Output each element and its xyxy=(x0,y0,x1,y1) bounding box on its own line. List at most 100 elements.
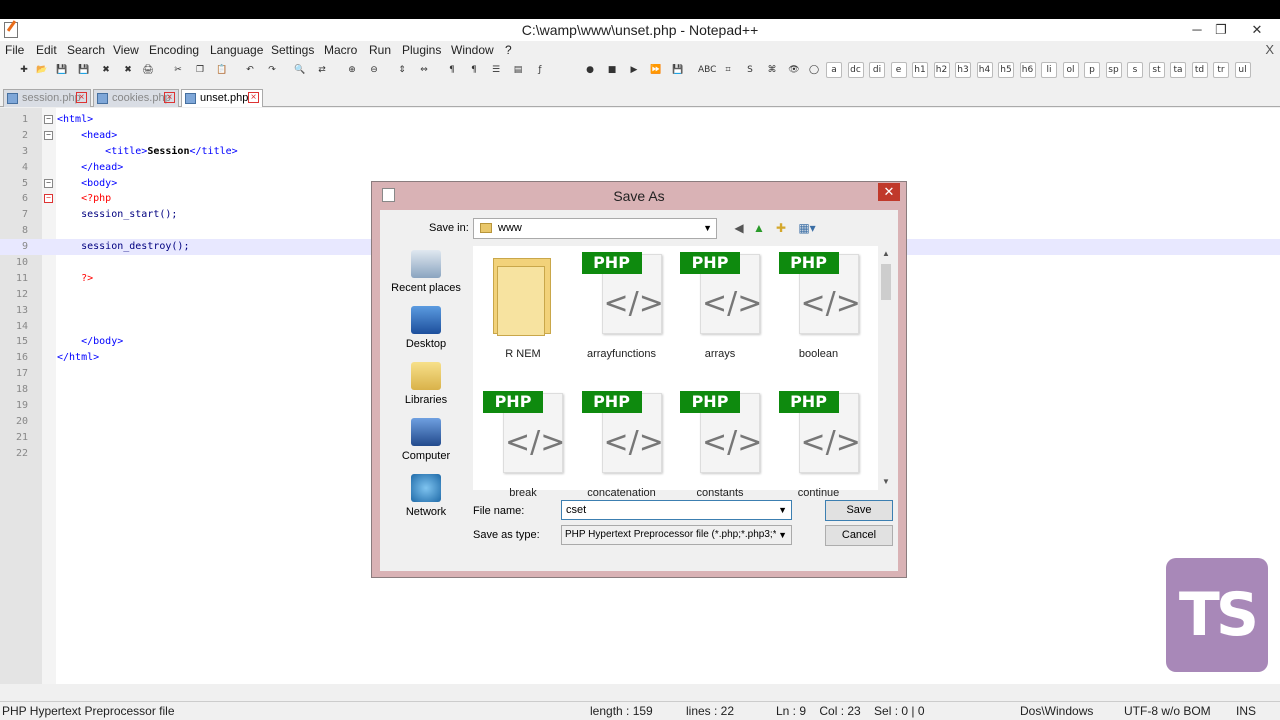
tag-button-tr[interactable]: tr xyxy=(1213,62,1229,78)
close-icon[interactable]: ✖ xyxy=(98,62,114,78)
zoom-out-icon[interactable]: ⊖ xyxy=(366,62,382,78)
menu-language[interactable]: Language xyxy=(210,43,263,57)
tag-button-sp[interactable]: sp xyxy=(1105,62,1122,78)
tag-button-h6[interactable]: h6 xyxy=(1019,62,1036,78)
scroll-thumb[interactable] xyxy=(881,264,891,300)
redo-icon[interactable]: ↷ xyxy=(264,62,280,78)
show-all-chars-icon[interactable]: ¶ xyxy=(466,62,482,78)
chevron-down-icon[interactable]: ▼ xyxy=(778,501,787,519)
tag-button-h5[interactable]: h5 xyxy=(998,62,1014,78)
circle-icon[interactable]: ◯ xyxy=(806,62,822,78)
view-menu-icon[interactable]: ▦▾ xyxy=(794,220,820,236)
tag-button-di[interactable]: di xyxy=(869,62,885,78)
close-icon[interactable]: × xyxy=(248,92,259,103)
menu-file[interactable]: File xyxy=(5,43,24,57)
indent-guide-icon[interactable]: ☰ xyxy=(488,62,504,78)
php-file-item[interactable]: PHP </> break xyxy=(475,391,571,499)
php-file-item[interactable]: PHP </> concatenation xyxy=(574,391,670,499)
replace-icon[interactable]: ⇄ xyxy=(314,62,330,78)
menu-encoding[interactable]: Encoding xyxy=(149,43,199,57)
tag-button-ta[interactable]: ta xyxy=(1170,62,1186,78)
tag-button-s[interactable]: s xyxy=(1127,62,1143,78)
word-wrap-icon[interactable]: ¶ xyxy=(444,62,460,78)
function-list-icon[interactable]: ƒ xyxy=(532,62,548,78)
open-file-icon[interactable]: 📂 xyxy=(34,62,50,78)
place-libraries[interactable]: Libraries xyxy=(384,362,468,406)
code-line[interactable]: 1 − <html> xyxy=(0,112,1280,128)
code-line[interactable]: 2 − <head> xyxy=(0,128,1280,144)
tab-unset-php[interactable]: unset.php × xyxy=(181,89,263,107)
code-line[interactable]: 3 <title>Session</title> xyxy=(0,144,1280,160)
close-icon[interactable]: × xyxy=(164,92,175,103)
new-file-icon[interactable]: ✚ xyxy=(16,62,32,78)
tag-button-e[interactable]: e xyxy=(890,62,907,78)
menu-window[interactable]: Window xyxy=(451,43,494,57)
php-file-item[interactable]: PHP </> arrays xyxy=(672,252,768,360)
stop-macro-icon[interactable]: ■ xyxy=(604,62,620,78)
menu-plugins[interactable]: Plugins xyxy=(402,43,441,57)
s-icon[interactable]: S xyxy=(742,62,758,78)
file-list-scrollbar[interactable]: ▲ ▼ xyxy=(878,246,894,490)
sync-horizontal-icon[interactable]: ⇔ xyxy=(416,62,432,78)
php-file-item[interactable]: PHP </> arrayfunctions xyxy=(574,252,670,360)
close-document-button[interactable]: X xyxy=(1265,42,1274,57)
save-in-dropdown[interactable]: www ▼ xyxy=(473,218,717,239)
fold-toggle-icon[interactable]: − xyxy=(44,178,53,188)
fold-toggle-icon[interactable]: − xyxy=(44,194,53,204)
save-button[interactable]: Save xyxy=(825,500,893,521)
doc-map-icon[interactable]: ▤ xyxy=(510,62,526,78)
tag-button-li[interactable]: li xyxy=(1041,62,1057,78)
zoom-in-icon[interactable]: ⊕ xyxy=(344,62,360,78)
copy-icon[interactable]: ❐ xyxy=(192,62,208,78)
tab-cookies-php[interactable]: cookies.php × xyxy=(93,89,179,107)
tab-session-php[interactable]: session.php × xyxy=(3,89,91,107)
scroll-up-icon[interactable]: ▲ xyxy=(878,246,894,262)
restore-button[interactable]: ❐ xyxy=(1209,21,1233,39)
save-icon[interactable]: 💾 xyxy=(54,62,70,78)
menu-help[interactable]: ? xyxy=(505,43,512,57)
up-folder-icon[interactable]: ▲ xyxy=(750,220,768,236)
place-recent-places[interactable]: Recent places xyxy=(384,250,468,294)
menu-run[interactable]: Run xyxy=(369,43,391,57)
close-icon[interactable]: × xyxy=(76,92,87,103)
tag-button-td[interactable]: td xyxy=(1191,62,1208,78)
tag-button-ul[interactable]: ul xyxy=(1234,62,1251,78)
link-icon[interactable]: ⌘ xyxy=(764,62,780,78)
tag-button-dc[interactable]: dc xyxy=(847,62,864,78)
record-macro-icon[interactable]: ● xyxy=(582,62,598,78)
run-macro-icon[interactable]: ⏩ xyxy=(648,62,664,78)
php-file-item[interactable]: PHP </> constants xyxy=(672,391,768,499)
tag-button-h2[interactable]: h2 xyxy=(933,62,950,78)
tag-button-h4[interactable]: h4 xyxy=(976,62,993,78)
menu-search[interactable]: Search xyxy=(67,43,105,57)
fold-toggle-icon[interactable]: − xyxy=(44,115,53,124)
sync-vertical-icon[interactable]: ⇕ xyxy=(394,62,410,78)
file-list[interactable]: R NEM PHP </> arrayfunctions PHP </> arrays PHP… xyxy=(473,246,878,499)
menu-edit[interactable]: Edit xyxy=(36,43,57,57)
save-all-icon[interactable]: 💾 xyxy=(76,62,92,78)
php-file-item[interactable]: PHP </> continue xyxy=(771,391,867,499)
dialog-close-button[interactable]: ✕ xyxy=(878,183,900,201)
paste-icon[interactable]: 📋 xyxy=(214,62,230,78)
save-as-type-dropdown[interactable]: PHP Hypertext Preprocessor file (*.php;*… xyxy=(561,525,792,545)
scroll-down-icon[interactable]: ▼ xyxy=(878,474,894,490)
menu-macro[interactable]: Macro xyxy=(324,43,357,57)
tag-button-h1[interactable]: h1 xyxy=(912,62,928,78)
spell-check-icon[interactable]: ABC xyxy=(698,62,716,78)
print-icon[interactable]: 🖨 xyxy=(140,62,156,78)
tag-button-a[interactable]: a xyxy=(826,62,842,78)
tag-icon[interactable]: ⌗ xyxy=(720,62,736,78)
close-button[interactable]: ✕ xyxy=(1245,21,1269,39)
binoculars-icon[interactable]: 👁 xyxy=(786,62,802,78)
file-name-input[interactable]: cset ▼ xyxy=(561,500,792,520)
minimize-button[interactable]: ─ xyxy=(1185,21,1209,39)
cancel-button[interactable]: Cancel xyxy=(825,525,893,546)
play-macro-icon[interactable]: ▶ xyxy=(626,62,642,78)
find-icon[interactable]: 🔍 xyxy=(292,62,308,78)
code-line[interactable]: 4 </head> xyxy=(0,160,1280,176)
save-macro-icon[interactable]: 💾 xyxy=(670,62,686,78)
menu-view[interactable]: View xyxy=(113,43,139,57)
php-file-item[interactable]: PHP </> boolean xyxy=(771,252,867,360)
undo-icon[interactable]: ↶ xyxy=(242,62,258,78)
tag-button-h3[interactable]: h3 xyxy=(955,62,971,78)
